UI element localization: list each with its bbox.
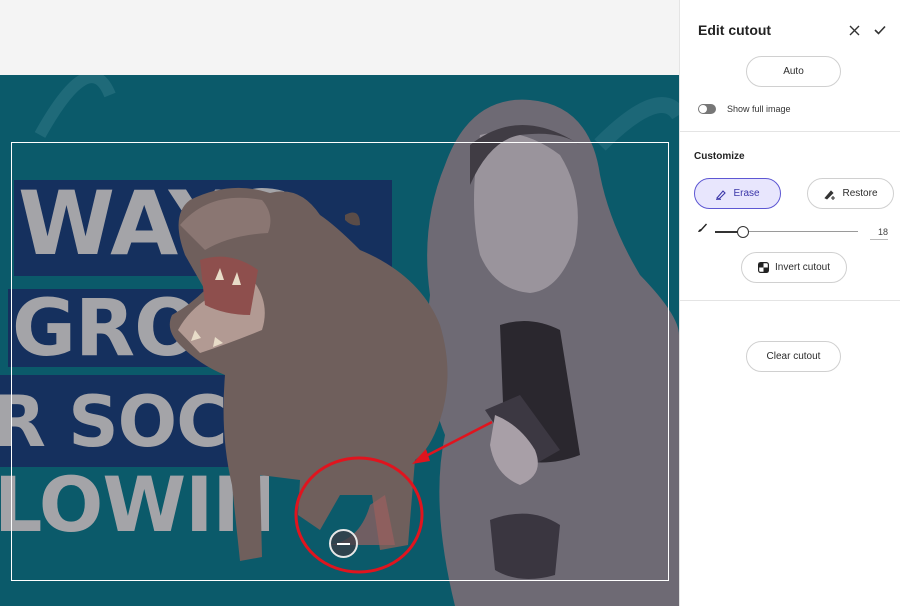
restore-button[interactable]: Restore xyxy=(807,178,894,209)
brush-size-slider-thumb[interactable] xyxy=(737,226,749,238)
auto-button[interactable]: Auto xyxy=(746,56,841,87)
auto-button-label: Auto xyxy=(783,66,804,77)
invert-cutout-label: Invert cutout xyxy=(774,262,831,273)
erase-brush-icon xyxy=(716,189,727,200)
restore-button-label: Restore xyxy=(842,188,878,199)
show-full-image-label: Show full image xyxy=(727,104,791,114)
edit-cutout-panel: Edit cutout Auto Show full image Customi… xyxy=(679,0,900,606)
close-icon xyxy=(849,25,859,35)
show-full-image-toggle[interactable] xyxy=(698,104,716,114)
panel-divider xyxy=(680,300,900,301)
brush-size-icon xyxy=(698,223,707,232)
erase-button-label: Erase xyxy=(733,188,760,199)
image-canvas[interactable]: WAYS GRO R SOC LOWIN xyxy=(0,75,679,606)
erase-button[interactable]: Erase xyxy=(694,178,781,209)
erase-brush-cursor xyxy=(329,529,358,558)
confirm-button[interactable] xyxy=(870,20,890,40)
customize-heading: Customize xyxy=(694,151,745,162)
invert-icon xyxy=(757,262,769,273)
panel-title: Edit cutout xyxy=(698,22,772,38)
canvas-top-bar xyxy=(0,0,679,75)
panel-divider xyxy=(680,131,900,132)
clear-cutout-button[interactable]: Clear cutout xyxy=(746,341,841,372)
brush-size-value[interactable]: 18 xyxy=(870,226,888,240)
checkmark-icon xyxy=(874,25,886,35)
restore-brush-icon xyxy=(824,189,836,200)
selection-frame xyxy=(11,142,669,581)
clear-cutout-label: Clear cutout xyxy=(766,351,821,362)
invert-cutout-button[interactable]: Invert cutout xyxy=(741,252,847,283)
close-button[interactable] xyxy=(844,20,864,40)
